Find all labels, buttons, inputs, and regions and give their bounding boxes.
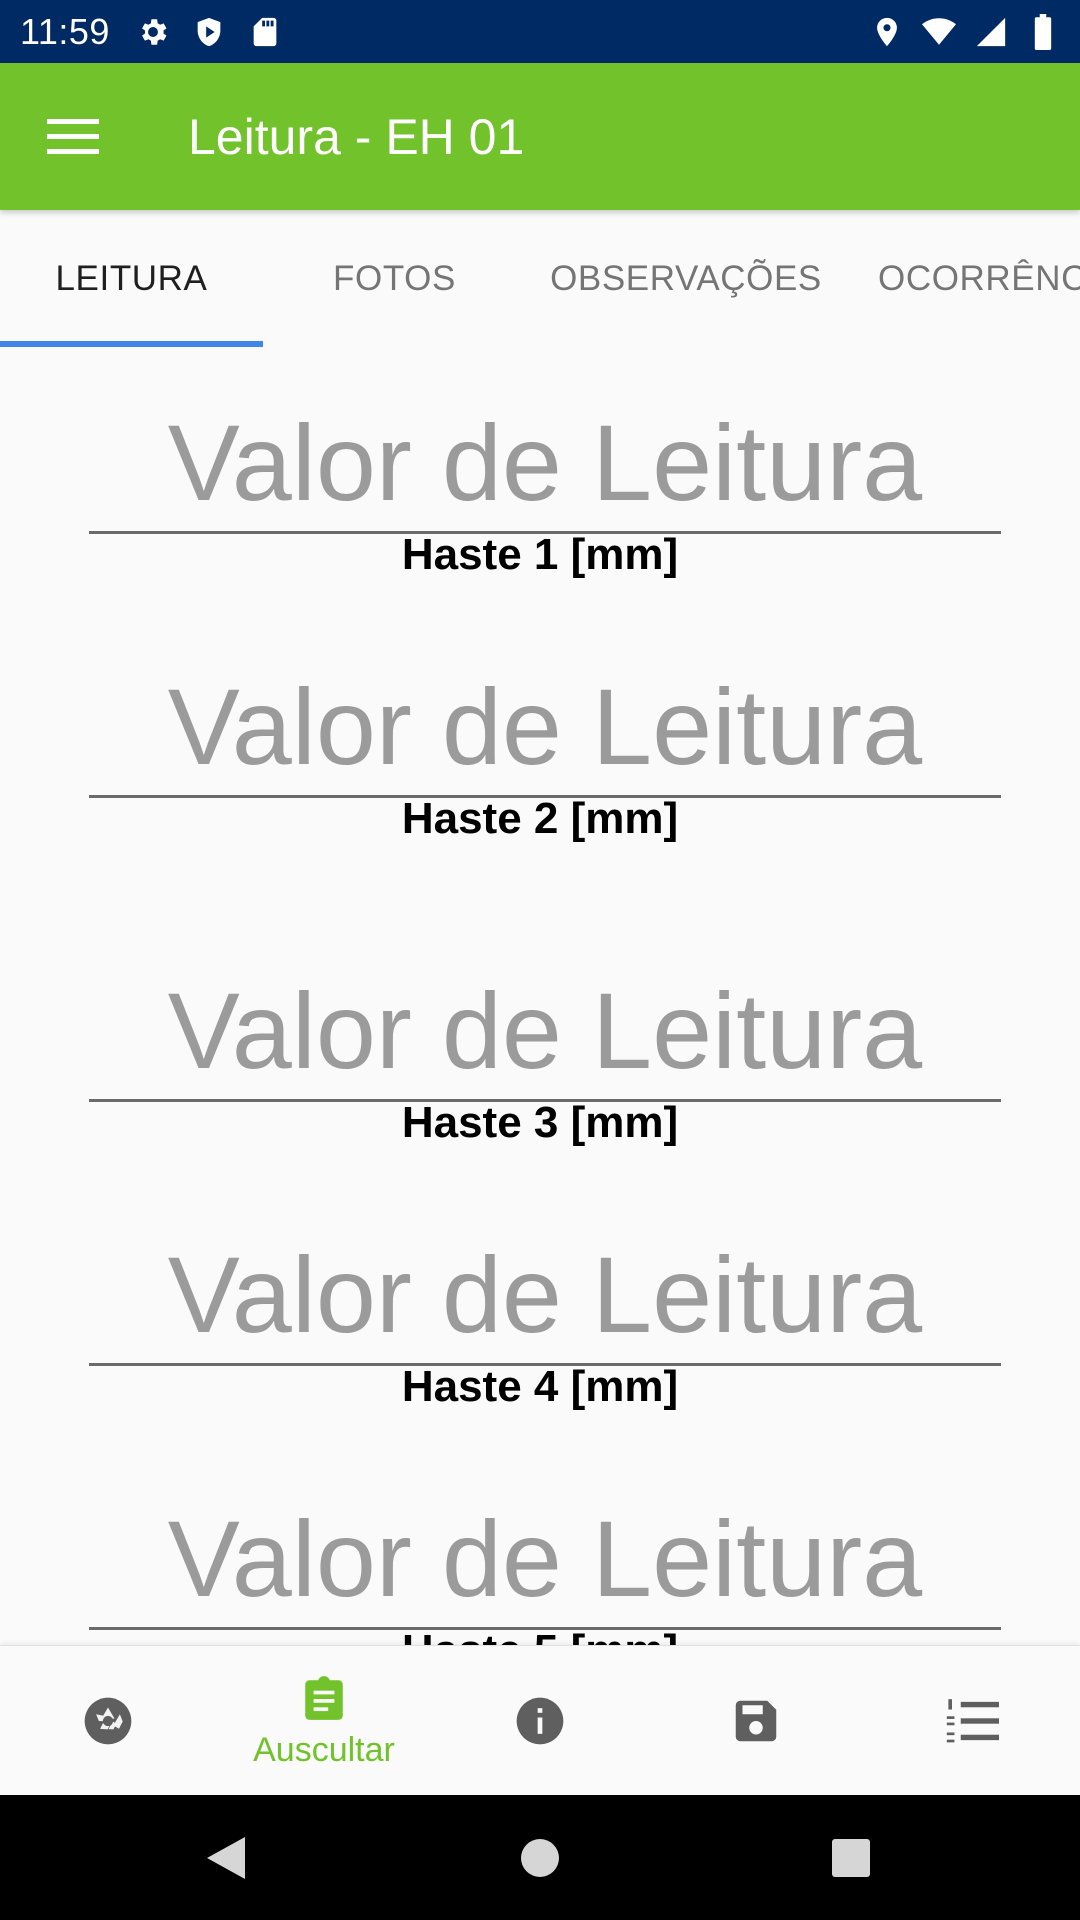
system-navigation-bar bbox=[0, 1795, 1080, 1920]
status-icons-right bbox=[870, 13, 1060, 50]
nav-auscultar[interactable]: Auscultar bbox=[216, 1646, 432, 1796]
status-bar: 11:59 bbox=[0, 0, 1080, 63]
field-label: Haste 4 [mm] bbox=[401, 1362, 679, 1411]
nav-save[interactable] bbox=[648, 1646, 864, 1796]
home-button[interactable] bbox=[460, 1795, 620, 1920]
clipboard-icon bbox=[305, 1675, 343, 1720]
nav-camera[interactable] bbox=[0, 1646, 216, 1796]
location-icon bbox=[870, 15, 904, 49]
battery-icon bbox=[1026, 13, 1060, 50]
recents-icon bbox=[832, 1838, 870, 1877]
tab-observacoes[interactable]: OBSERVAÇÕES bbox=[526, 210, 846, 347]
field-label: Haste 1 [mm] bbox=[401, 530, 679, 579]
field-label: Haste 5 [mm] bbox=[0, 1626, 1080, 1645]
reading-input-haste-2[interactable] bbox=[89, 658, 1001, 798]
reading-input-haste-1[interactable] bbox=[89, 394, 1001, 534]
recents-button[interactable] bbox=[771, 1795, 931, 1920]
menu-button[interactable] bbox=[0, 63, 146, 210]
nav-label: Auscultar bbox=[253, 1730, 395, 1769]
settings-icon bbox=[136, 15, 170, 49]
info-icon bbox=[516, 1697, 564, 1745]
tab-fotos[interactable]: FOTOS bbox=[263, 210, 526, 347]
shield-icon bbox=[192, 15, 226, 49]
tab-ocorrencias[interactable]: OCORRÊNCIAS bbox=[846, 210, 1080, 347]
tab-bar: LEITURA FOTOS OBSERVAÇÕES OCORRÊNCIAS bbox=[0, 210, 1080, 347]
numbered-list-icon bbox=[946, 1699, 999, 1743]
save-icon bbox=[735, 1700, 777, 1742]
camera-shutter-icon bbox=[84, 1697, 132, 1745]
home-icon bbox=[521, 1838, 559, 1877]
reading-input-haste-4[interactable] bbox=[89, 1226, 1001, 1366]
nav-list[interactable] bbox=[864, 1646, 1080, 1796]
reading-input-haste-3[interactable] bbox=[89, 962, 1001, 1102]
back-icon bbox=[207, 1836, 245, 1879]
app-bar: Leitura - EH 01 bbox=[0, 63, 1080, 210]
field-label: Haste 3 [mm] bbox=[401, 1098, 679, 1147]
nav-info[interactable] bbox=[432, 1646, 648, 1796]
bottom-navigation: Auscultar bbox=[0, 1645, 1080, 1795]
reading-form: Haste 1 [mm] Haste 2 [mm] Haste 3 [mm] H… bbox=[0, 347, 1080, 1645]
status-time: 11:59 bbox=[20, 10, 110, 52]
wifi-icon bbox=[922, 15, 956, 49]
page-title: Leitura - EH 01 bbox=[188, 108, 525, 165]
status-icons-left bbox=[136, 15, 282, 49]
reading-input-haste-5[interactable] bbox=[89, 1490, 1001, 1630]
tab-leitura[interactable]: LEITURA bbox=[0, 210, 263, 347]
field-label: Haste 2 [mm] bbox=[401, 794, 679, 843]
menu-icon bbox=[47, 118, 99, 154]
back-button[interactable] bbox=[146, 1795, 306, 1920]
sd-card-icon bbox=[248, 15, 282, 49]
signal-icon bbox=[974, 15, 1008, 49]
